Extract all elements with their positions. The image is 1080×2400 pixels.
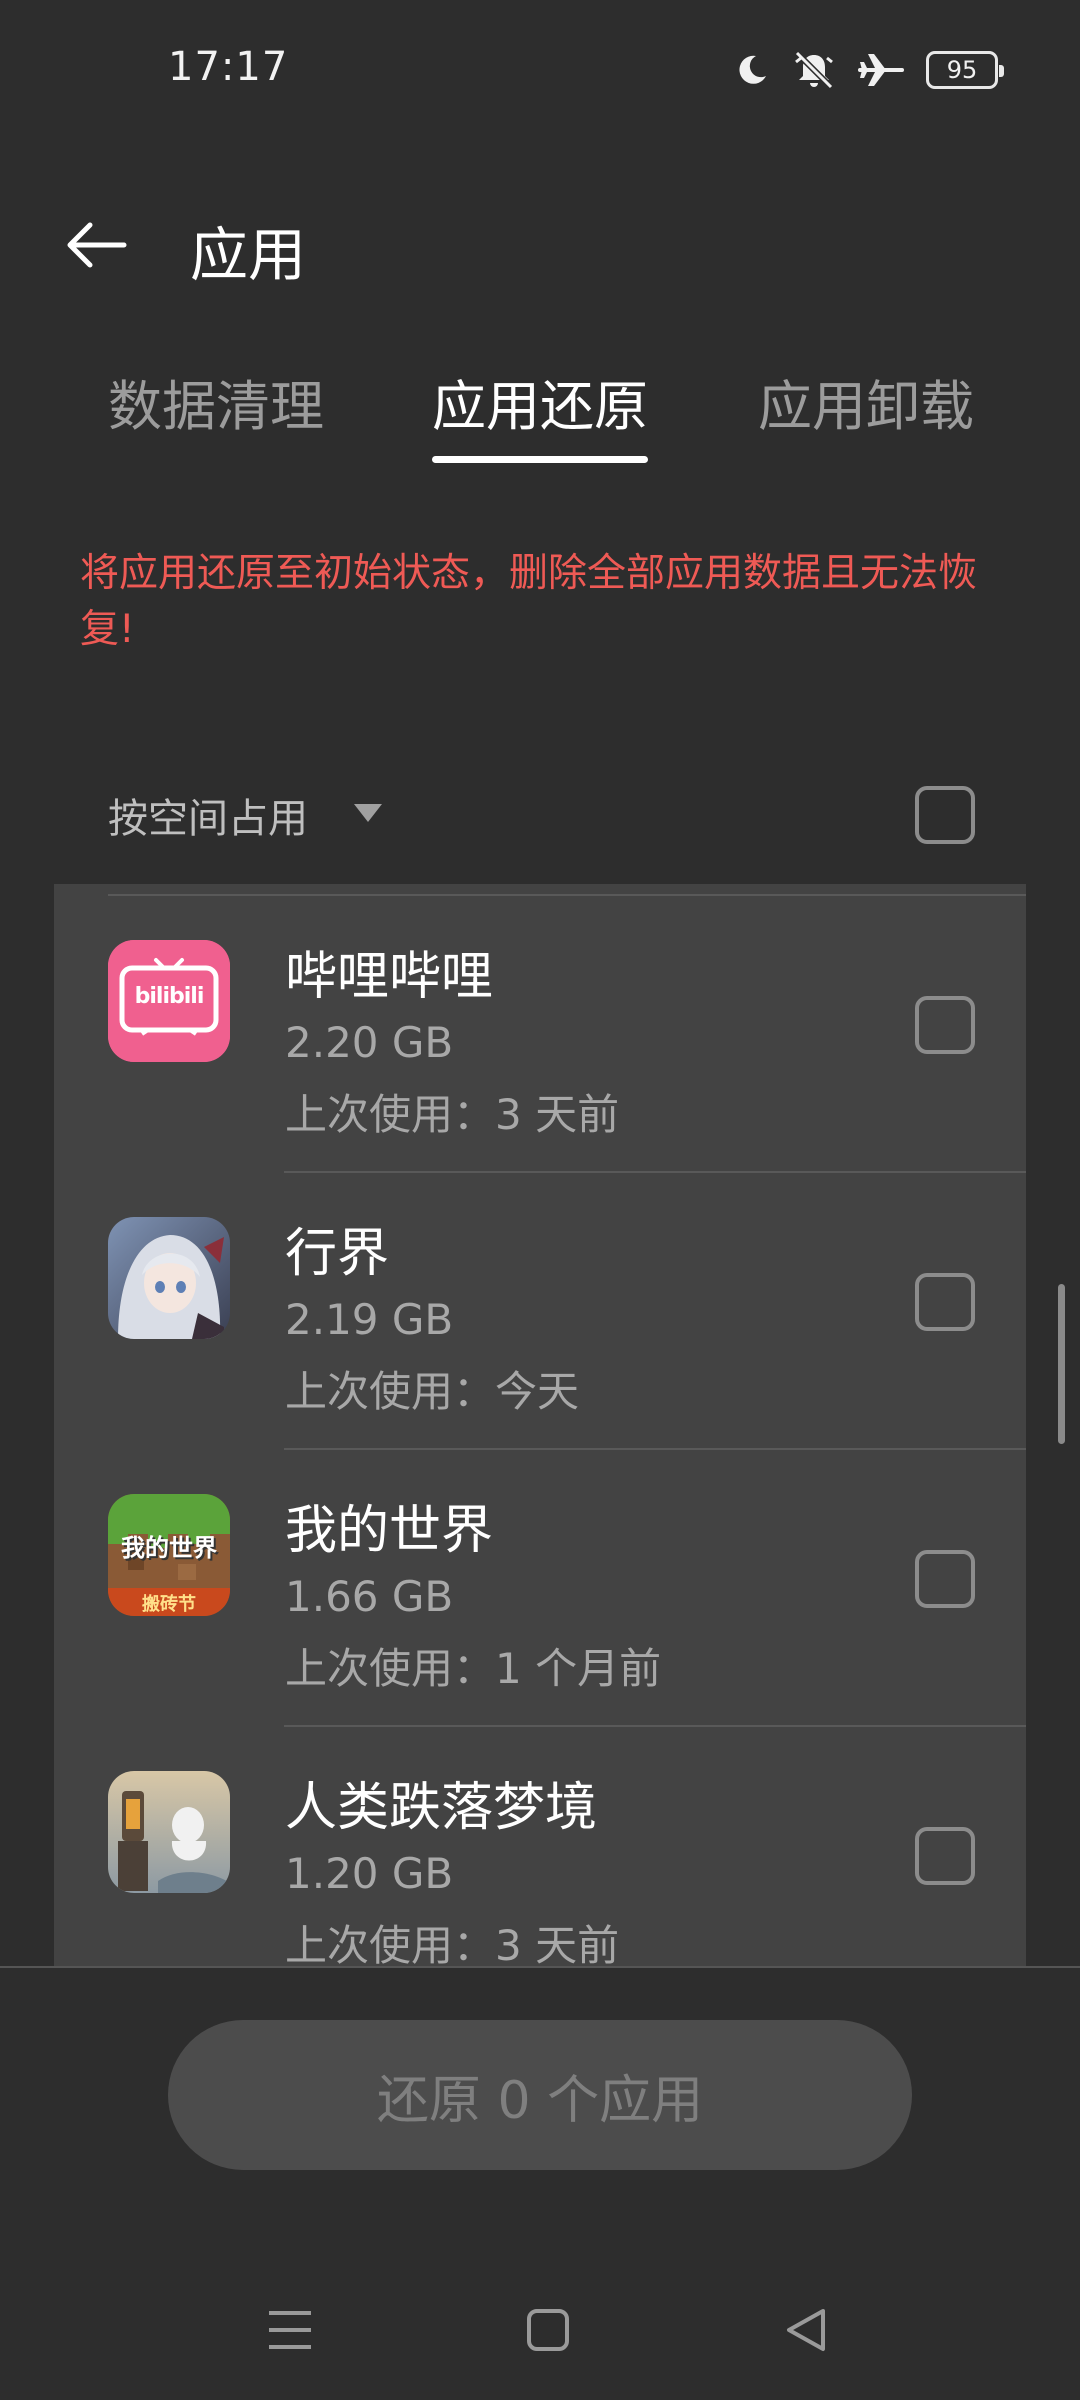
- minecraft-app-icon: 我的世界 搬砖节: [108, 1494, 230, 1616]
- page-title: 应用: [190, 221, 307, 289]
- tab-data-cleanup[interactable]: 数据清理: [106, 362, 326, 441]
- bottom-divider: [0, 1966, 1080, 1968]
- status-time: 17:17: [168, 44, 289, 90]
- list-item[interactable]: bilibili 哔哩哔哩 2.20 GB 上次使用：3 天前: [54, 896, 1026, 1173]
- status-icons: 95: [734, 50, 1004, 90]
- home-square-icon: [527, 2309, 569, 2351]
- app-list: bilibili 哔哩哔哩 2.20 GB 上次使用：3 天前 行界 2.19 …: [54, 884, 1026, 1966]
- app-name: 我的世界: [285, 1501, 494, 1561]
- app-size: 2.20 GB: [285, 1018, 454, 1067]
- app-last-used: 上次使用：1 个月前: [285, 1644, 662, 1693]
- list-item[interactable]: 人类跌落梦境 1.20 GB 上次使用：3 天前: [54, 1727, 1026, 1966]
- app-last-used: 上次使用：3 天前: [285, 1921, 620, 1966]
- airplane-icon: [858, 54, 904, 86]
- home-button[interactable]: [508, 2290, 588, 2370]
- back-button[interactable]: [56, 210, 136, 280]
- tab-app-uninstall[interactable]: 应用卸载: [756, 362, 976, 441]
- xingjie-app-icon: [108, 1217, 230, 1339]
- warning-text: 将应用还原至初始状态，删除全部应用数据且无法恢复!: [80, 551, 978, 652]
- sort-row: 按空间占用: [0, 770, 1080, 860]
- minecraft-badge-text: 搬砖节: [142, 1594, 196, 1615]
- select-all-checkbox[interactable]: [915, 786, 975, 844]
- caret-down-icon[interactable]: [354, 804, 382, 822]
- recent-apps-button[interactable]: [250, 2290, 330, 2370]
- sort-dropdown[interactable]: 按空间占用: [108, 786, 308, 844]
- minecraft-logo-text: 我的世界: [121, 1534, 217, 1562]
- app-name: 行界: [285, 1224, 390, 1284]
- moon-icon: [739, 55, 766, 84]
- active-tab-indicator: [432, 456, 648, 463]
- app-size: 1.66 GB: [285, 1572, 454, 1621]
- app-size: 2.19 GB: [285, 1295, 454, 1344]
- tab-bar: 数据清理 应用还原 应用卸载: [0, 350, 1080, 470]
- back-triangle-icon: [787, 2309, 825, 2351]
- menu-icon: [269, 2311, 311, 2349]
- list-item[interactable]: 我的世界 搬砖节 我的世界 1.66 GB 上次使用：1 个月前: [54, 1450, 1026, 1727]
- app-checkbox[interactable]: [915, 1273, 975, 1331]
- lantern-figure-icon: [108, 1771, 230, 1893]
- bilibili-app-icon: bilibili: [108, 940, 230, 1062]
- list-item[interactable]: 行界 2.19 GB 上次使用：今天: [54, 1173, 1026, 1450]
- navigation-bar: [0, 2270, 1080, 2380]
- status-bar: 17:17 95: [0, 0, 1080, 140]
- bell-muted-icon: [794, 50, 834, 90]
- restore-apps-button[interactable]: 还原 0 个应用: [168, 2020, 912, 2170]
- bilibili-logo-text: bilibili: [134, 984, 205, 1009]
- app-checkbox[interactable]: [915, 996, 975, 1054]
- nav-back-button[interactable]: [766, 2290, 846, 2370]
- app-last-used: 上次使用：3 天前: [285, 1090, 620, 1139]
- app-checkbox[interactable]: [915, 1827, 975, 1885]
- app-last-used: 上次使用：今天: [285, 1367, 580, 1416]
- battery-level: 95: [946, 56, 978, 84]
- header: 应用: [0, 190, 1080, 300]
- app-checkbox[interactable]: [915, 1550, 975, 1608]
- human-fall-flat-app-icon: [108, 1771, 230, 1893]
- battery-icon: 95: [926, 51, 1004, 89]
- app-name: 哔哩哔哩: [285, 947, 494, 1007]
- app-size: 1.20 GB: [285, 1849, 454, 1898]
- app-name: 人类跌落梦境: [285, 1778, 598, 1838]
- tab-app-restore[interactable]: 应用还原: [430, 362, 650, 441]
- anime-character-icon: [108, 1217, 230, 1339]
- arrow-left-icon: [67, 222, 127, 268]
- screen: 17:17 95 应用 数据清理 应用还原 应用卸载 将应用还原至初始状态，删除…: [0, 0, 1080, 2400]
- scrollbar[interactable]: [1058, 1284, 1065, 1444]
